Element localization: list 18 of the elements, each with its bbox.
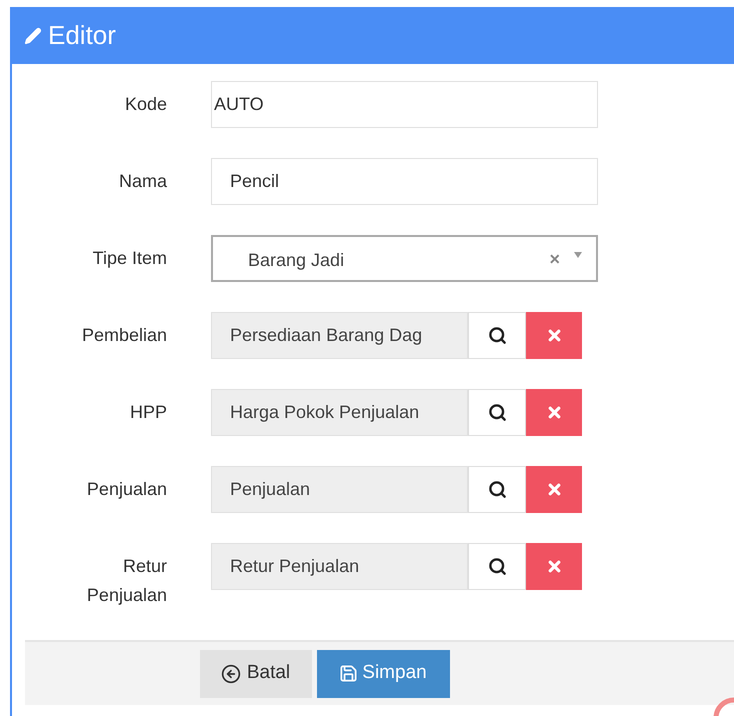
field-label: Kode	[124, 93, 167, 116]
field-label: Nama	[118, 170, 167, 193]
field-label: Retur Penjualan	[86, 555, 167, 607]
clear-icon[interactable]: ×	[549, 250, 560, 268]
readonly-field: Retur Penjualan	[211, 543, 468, 590]
panel-title: Editor	[48, 19, 116, 52]
field-label: Penjualan	[86, 478, 167, 501]
readonly-field: Harga Pokok Penjualan	[211, 389, 468, 436]
readonly-field: Penjualan	[211, 466, 468, 513]
field-label: Tipe Item	[92, 247, 167, 270]
text-field[interactable]: Pencil	[211, 158, 598, 205]
field-label: HPP	[128, 401, 167, 424]
select-field[interactable]: Barang Jadi ×	[211, 235, 598, 282]
cancel-button[interactable]: Batal	[200, 650, 312, 698]
readonly-field: Persediaan Barang Dag	[211, 312, 468, 359]
text-field[interactable]: AUTO	[211, 81, 598, 128]
field-label: Pembelian	[80, 324, 167, 347]
save-button[interactable]: Simpan	[316, 650, 450, 698]
